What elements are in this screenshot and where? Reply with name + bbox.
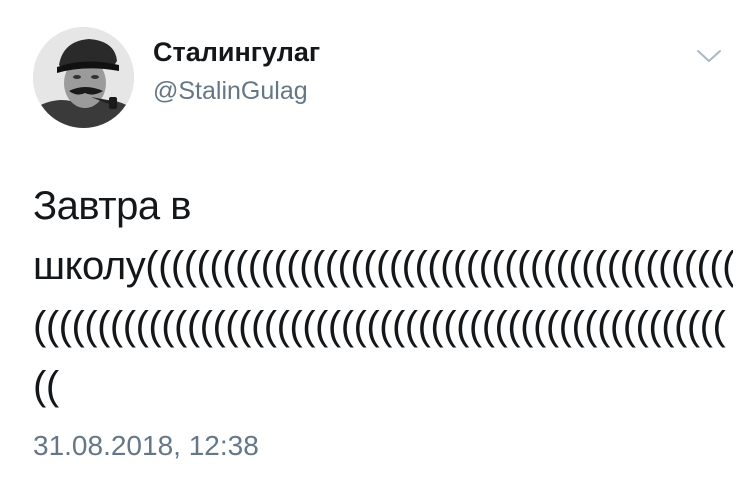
tweet-card: Сталингулаг @StalinGulag Завтра в школу(… — [0, 0, 750, 477]
tweet-text-line: школу(((((((((((((((((((((((((((((((((((… — [33, 244, 733, 288]
tweet-text-line: ((((((((((((((((((((((((((((((((((((((((… — [33, 304, 726, 348]
tweet-timestamp[interactable]: 31.08.2018, 12:38 — [33, 430, 259, 462]
chevron-down-icon — [697, 50, 721, 62]
tweet-menu-button[interactable] — [695, 46, 723, 66]
author-display-name[interactable]: Сталингулаг — [153, 37, 320, 68]
tweet-text-line: (( — [33, 364, 59, 408]
tweet-text-line: Завтра в — [33, 184, 191, 228]
avatar[interactable] — [33, 27, 134, 128]
stalin-portrait-avatar — [33, 27, 134, 128]
author-handle[interactable]: @StalinGulag — [153, 77, 308, 106]
tweet-text: Завтра в школу((((((((((((((((((((((((((… — [33, 176, 733, 416]
